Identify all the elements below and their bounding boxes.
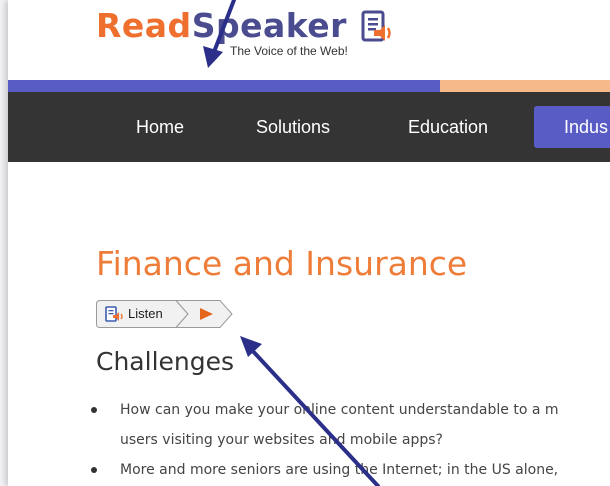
list-item-line: How can you make your online content und… <box>120 402 559 418</box>
bullet-marker <box>91 407 97 413</box>
challenges-list: How can you make your online content und… <box>8 0 610 486</box>
list-item-line: More and more seniors are using the Inte… <box>120 462 559 478</box>
bullet-marker <box>91 467 97 473</box>
browser-page: ReadSpeaker The Voice of the Web! Home S… <box>8 0 610 486</box>
list-item-line: users visiting your websites and mobile … <box>120 432 443 448</box>
